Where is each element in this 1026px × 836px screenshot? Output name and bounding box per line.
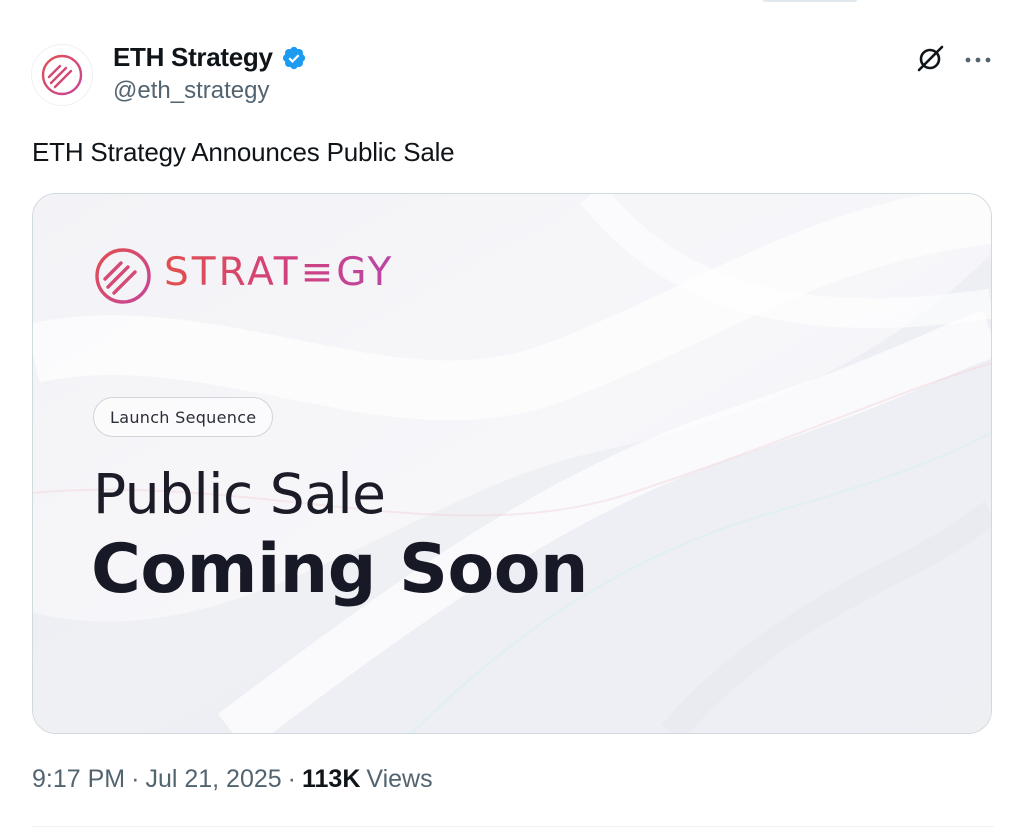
headline-public-sale: Public Sale	[93, 462, 386, 526]
scroll-indicator	[762, 0, 858, 2]
strategy-brand-logo-icon	[95, 248, 151, 304]
tweet-detail: ETH Strategy @eth_strategy ETH Strategy …	[0, 0, 1026, 836]
verified-badge-icon	[282, 46, 305, 69]
meta-separator: ·	[131, 765, 140, 793]
author-name[interactable]: ETH Strategy	[113, 42, 273, 73]
meta-separator: ·	[287, 765, 296, 793]
avatar[interactable]	[31, 44, 93, 106]
strategy-logo-icon	[41, 54, 83, 96]
tweet-time[interactable]: 9:17 PM	[32, 765, 125, 794]
brand-wordmark: STRAT≡GY	[164, 250, 395, 295]
views-label: Views	[366, 765, 433, 793]
views-count: 113K	[301, 765, 361, 793]
tweet-text: ETH Strategy Announces Public Sale	[32, 137, 455, 167]
tweet-meta: 9:17 PM · Jul 21, 2025 · 113K Views	[32, 765, 433, 794]
tweet-date[interactable]: Jul 21, 2025	[145, 765, 281, 794]
author-handle[interactable]: @eth_strategy	[113, 77, 269, 105]
launch-sequence-pill: Launch Sequence	[93, 397, 274, 437]
grok-icon[interactable]	[915, 44, 945, 74]
more-icon[interactable]	[962, 48, 994, 72]
media-image[interactable]: STRAT≡GY Launch Sequence Public Sale Com…	[32, 193, 992, 734]
divider	[32, 826, 994, 827]
headline-coming-soon: Coming Soon	[91, 530, 588, 609]
author-name-row: ETH Strategy	[113, 42, 307, 73]
